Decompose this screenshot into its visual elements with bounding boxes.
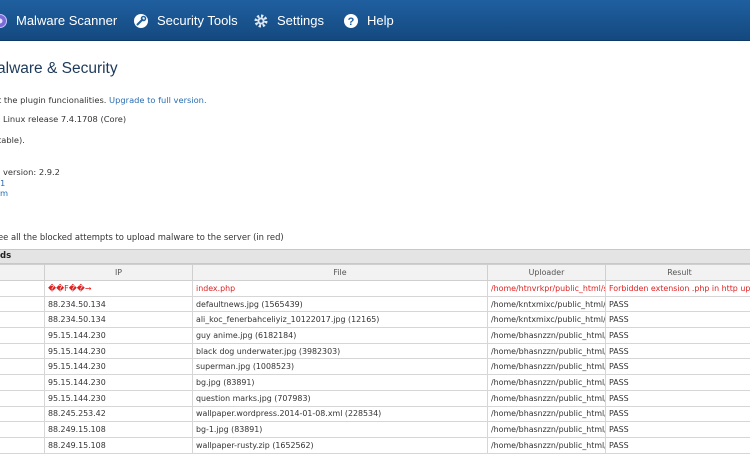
column-header-result[interactable]: Result xyxy=(605,264,750,281)
info-link-2[interactable]: m xyxy=(0,188,8,198)
uploads-section-header: ds xyxy=(0,249,750,264)
ip-cell: 95.15.144.230 xyxy=(44,342,193,360)
uploader-cell: /home/bhasnzzn/public_html/c xyxy=(487,342,606,360)
row-select-cell xyxy=(0,358,45,376)
file-cell: guy anime.jpg (6182184) xyxy=(192,327,488,344)
gear-icon xyxy=(253,13,269,29)
ip-cell: ��F��→ xyxy=(44,280,193,297)
result-cell: PASS xyxy=(605,421,750,438)
file-cell: index.php xyxy=(192,280,488,297)
result-cell: PASS xyxy=(605,374,750,391)
version-info: version: 2.9.2 xyxy=(3,167,60,177)
table-row[interactable]: ��F��→ index.php/home/htnvrkpr/public_htm… xyxy=(0,280,750,297)
table-row[interactable]: 88.249.15.108 wallpaper-rusty.zip (165256… xyxy=(0,436,750,454)
file-cell: superman.jpg (1008523) xyxy=(192,358,488,376)
nav-malware-scanner-label: Malware Scanner xyxy=(16,13,118,28)
upgrade-notice: t the plugin funcionalities. Upgrade to … xyxy=(0,95,207,105)
nav-help[interactable]: ? Help xyxy=(343,0,394,41)
table-row[interactable]: 88.234.50.134 ali_koc_fenerbahceliyiz_101… xyxy=(0,311,750,329)
nav-security-tools-label: Security Tools xyxy=(157,13,238,28)
uploader-cell: /home/kntxmixc/public_html/a xyxy=(487,295,606,313)
result-cell: PASS xyxy=(605,327,750,344)
top-nav-bar: Malware Scanner Security Tools Settings … xyxy=(0,0,750,41)
page-title: alware & Security xyxy=(0,60,118,77)
row-select-cell xyxy=(0,311,45,329)
table-header-row: IP File Uploader Result xyxy=(0,264,750,281)
file-cell: black dog underwater.jpg (3982303) xyxy=(192,342,488,360)
uploader-cell: /home/bhasnzzn/public_html/c xyxy=(487,389,606,407)
result-cell: PASS xyxy=(605,342,750,360)
table-row[interactable]: 95.15.144.230 guy anime.jpg (6182184)/hom… xyxy=(0,327,750,344)
row-select-cell xyxy=(0,389,45,407)
os-release-info: Linux release 7.4.1708 (Core) xyxy=(3,114,127,124)
ip-cell: 95.15.144.230 xyxy=(44,327,193,344)
uploader-cell: /home/kntxmixc/public_html/a xyxy=(487,311,606,329)
ip-cell: 88.234.50.134 xyxy=(44,295,193,313)
table-row[interactable]: 95.15.144.230 question marks.jpg (707983)… xyxy=(0,389,750,407)
column-header-select[interactable] xyxy=(0,264,45,281)
table-row[interactable]: 95.15.144.230 bg.jpg (83891)/home/bhasnzz… xyxy=(0,374,750,391)
ip-cell: 88.249.15.108 xyxy=(44,421,193,438)
row-select-cell xyxy=(0,405,45,423)
result-cell: PASS xyxy=(605,358,750,376)
table-row[interactable]: 95.15.144.230 black dog underwater.jpg (3… xyxy=(0,342,750,360)
svg-text:?: ? xyxy=(348,16,355,28)
row-select-cell xyxy=(0,295,45,313)
blocked-attempts-note: ee all the blocked attempts to upload ma… xyxy=(0,232,284,242)
nav-settings-label: Settings xyxy=(277,13,324,28)
uploader-cell: /home/bhasnzzn/public_html/c xyxy=(487,374,606,391)
upgrade-link[interactable]: Upgrade to full version. xyxy=(109,95,207,105)
uploads-table: IP File Uploader Result ��F��→ index.php /… xyxy=(0,264,750,454)
result-cell: PASS xyxy=(605,389,750,407)
ip-cell: 88.245.253.42 xyxy=(44,405,193,423)
nav-help-label: Help xyxy=(367,13,394,28)
upgrade-notice-text: t the plugin funcionalities. xyxy=(0,95,107,105)
result-cell: PASS xyxy=(605,405,750,423)
ip-cell: 95.15.144.230 xyxy=(44,389,193,407)
file-cell: wallpaper.wordpress.2014-01-08.xml (2285… xyxy=(192,405,488,423)
file-cell: bg.jpg (83891) xyxy=(192,374,488,391)
column-header-uploader[interactable]: Uploader xyxy=(487,264,606,281)
uploader-cell: /home/htnvrkpr/public_html/s xyxy=(487,280,606,297)
result-cell: PASS xyxy=(605,436,750,454)
file-cell: question marks.jpg (707983) xyxy=(192,389,488,407)
wrench-icon xyxy=(133,13,149,29)
question-icon: ? xyxy=(343,13,359,29)
table-row[interactable]: 88.234.50.134 defaultnews.jpg (1565439)/h… xyxy=(0,295,750,313)
ip-cell: 95.15.144.230 xyxy=(44,374,193,391)
file-cell: wallpaper-rusty.zip (1652562) xyxy=(192,436,488,454)
ip-cell: 88.234.50.134 xyxy=(44,311,193,329)
row-select-cell xyxy=(0,342,45,360)
file-cell: bg-1.jpg (83891) xyxy=(192,421,488,438)
nav-malware-scanner[interactable]: Malware Scanner xyxy=(0,0,117,41)
shield-icon xyxy=(0,13,8,29)
uploader-cell: /home/bhasnzzn/public_html/c xyxy=(487,327,606,344)
result-cell: PASS xyxy=(605,295,750,313)
table-row[interactable]: 95.15.144.230 superman.jpg (1008523)/home… xyxy=(0,358,750,376)
nav-settings[interactable]: Settings xyxy=(253,0,324,41)
result-cell: Forbidden extension .php in http uplo xyxy=(605,280,750,297)
row-select-cell xyxy=(0,374,45,391)
ip-cell: 95.15.144.230 xyxy=(44,358,193,376)
info-link-1[interactable]: 1 xyxy=(0,178,5,188)
uploader-cell: /home/bhasnzzn/public_html/c xyxy=(487,358,606,376)
file-cell: defaultnews.jpg (1565439) xyxy=(192,295,488,313)
row-select-cell xyxy=(0,280,45,297)
ip-cell: 88.249.15.108 xyxy=(44,436,193,454)
table-row[interactable]: 88.245.253.42 wallpaper.wordpress.2014-01… xyxy=(0,405,750,423)
nav-security-tools[interactable]: Security Tools xyxy=(133,0,238,41)
column-header-file[interactable]: File xyxy=(192,264,488,281)
file-cell: ali_koc_fenerbahceliyiz_10122017.jpg (12… xyxy=(192,311,488,329)
row-select-cell xyxy=(0,327,45,344)
status-info: table). xyxy=(0,135,25,145)
column-header-ip[interactable]: IP xyxy=(44,264,193,281)
table-row[interactable]: 88.249.15.108 bg-1.jpg (83891)/home/bhasn… xyxy=(0,421,750,438)
uploader-cell: /home/bhasnzzn/public_html/c xyxy=(487,436,606,454)
result-cell: PASS xyxy=(605,311,750,329)
row-select-cell xyxy=(0,421,45,438)
uploads-panel: ds IP File Uploader Result ��F��→ index.p… xyxy=(0,249,750,454)
uploader-cell: /home/bhasnzzn/public_html/c xyxy=(487,405,606,423)
uploader-cell: /home/bhasnzzn/public_html/c xyxy=(487,421,606,438)
row-select-cell xyxy=(0,436,45,454)
